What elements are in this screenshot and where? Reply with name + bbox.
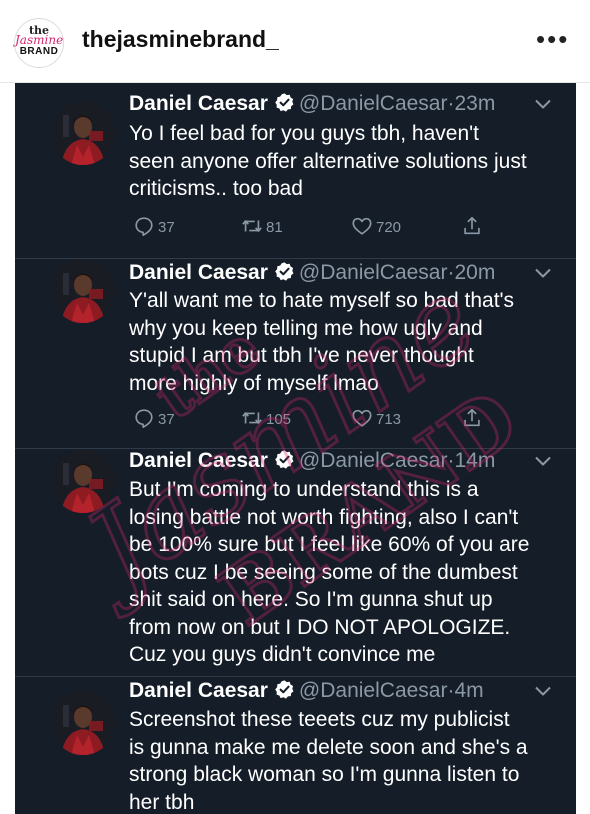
tweet: Daniel Caesar @DanielCaesar·23m Yo I feel… [15,83,576,258]
tweet-author-line: Daniel Caesar @DanielCaesar·14m [129,449,495,477]
logo-brand-text: BRAND [19,46,59,57]
account-username[interactable]: thejasminebrand_ [82,26,279,53]
author-avatar[interactable] [51,259,115,323]
chevron-down-icon[interactable] [534,267,552,279]
like-count: 713 [376,411,402,428]
author-handle[interactable]: @DanielCaesar [299,261,448,284]
reply-icon [133,407,155,429]
tweets-screenshot: Daniel Caesar @DanielCaesar·23m Yo I feel… [15,83,576,814]
chevron-down-icon[interactable] [534,685,552,697]
chevron-down-icon[interactable] [534,98,552,110]
logo-jasmine-text: Jasmine [15,33,64,47]
tweet-timestamp[interactable]: 4m [454,679,483,702]
retweet-button[interactable]: 81 [241,215,283,241]
verified-badge-icon [274,449,295,470]
author-name[interactable]: Daniel Caesar [129,261,268,284]
tweet: Daniel Caesar @DanielCaesar·14m But I'm c… [15,449,576,676]
verified-badge-icon [274,261,295,282]
author-avatar[interactable] [51,101,115,165]
tweet-timestamp[interactable]: 23m [454,92,495,115]
tweet-author-line: Daniel Caesar @DanielCaesar·20m [129,261,495,289]
tweet-author-line: Daniel Caesar @DanielCaesar·4m [129,679,484,707]
reply-icon [133,215,155,237]
reply-button[interactable]: 37 [133,215,175,241]
retweet-icon [241,215,263,237]
author-name[interactable]: Daniel Caesar [129,449,268,472]
tweet-text: Screenshot these teeets cuz my publicist… [129,708,528,814]
tweet-text: But I'm coming to understand this is a l… [129,478,530,666]
tweet-timestamp[interactable]: 14m [454,449,495,472]
heart-icon [351,215,373,237]
share-button[interactable] [461,407,486,433]
more-options-icon[interactable]: ••• [536,24,569,55]
author-handle[interactable]: @DanielCaesar [299,449,448,472]
tweet-timestamp[interactable]: 20m [454,261,495,284]
like-button[interactable]: 713 [351,407,401,433]
author-name[interactable]: Daniel Caesar [129,679,268,702]
share-icon [461,215,483,237]
chevron-down-icon[interactable] [534,455,552,467]
retweet-icon [241,407,263,429]
reply-count: 37 [158,219,175,236]
author-avatar[interactable] [51,449,115,513]
reply-count: 37 [158,411,175,428]
retweet-button[interactable]: 105 [241,407,291,433]
tweet-author-line: Daniel Caesar @DanielCaesar·23m [129,92,495,120]
author-handle[interactable]: @DanielCaesar [299,92,448,115]
verified-badge-icon [274,679,295,700]
instagram-post-header: the Jasmine BRAND thejasminebrand_ ••• [0,0,590,83]
tweet-text: Yo I feel bad for you guys tbh, haven't … [129,122,527,200]
like-button[interactable]: 720 [351,215,401,241]
author-name[interactable]: Daniel Caesar [129,92,268,115]
brand-logo-avatar[interactable]: the Jasmine BRAND [14,18,64,68]
tweet: Daniel Caesar @DanielCaesar·4m Screenshot… [15,677,576,814]
author-handle[interactable]: @DanielCaesar [299,679,448,702]
tweet-actions: 37 81 720 [129,215,549,241]
tweet: Daniel Caesar @DanielCaesar·20m Y'all wan… [15,259,576,448]
retweet-count: 105 [266,411,292,428]
reply-button[interactable]: 37 [133,407,175,433]
like-count: 720 [376,219,402,236]
verified-badge-icon [274,92,295,113]
share-button[interactable] [461,215,486,241]
tweet-text: Y'all want me to hate myself so bad that… [129,289,515,395]
heart-icon [351,407,373,429]
retweet-count: 81 [266,219,283,236]
tweet-actions: 37 105 713 [129,407,549,433]
share-icon [461,407,483,429]
author-avatar[interactable] [51,691,115,755]
